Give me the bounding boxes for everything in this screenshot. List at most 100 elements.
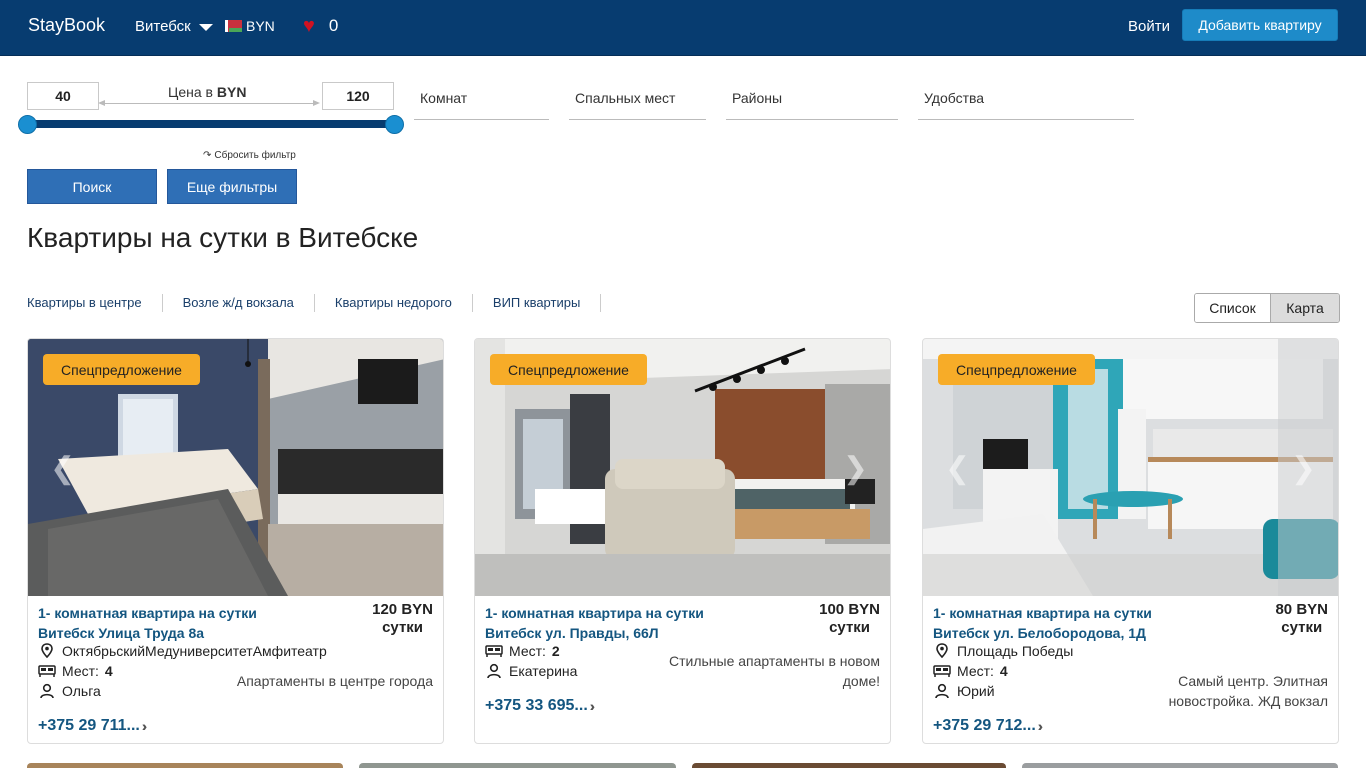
listing-price: 120 BYN сутки xyxy=(372,601,433,637)
rooms-filter[interactable]: Комнат xyxy=(414,88,549,120)
favorites-link[interactable]: ♥ 0 xyxy=(303,16,338,36)
price-min-input[interactable]: 40 xyxy=(27,82,99,110)
beds-filter[interactable]: Спальных мест xyxy=(569,88,706,120)
listing-title[interactable]: 1- комнатная квартира на сутки Витебск у… xyxy=(485,603,745,643)
listing-title-line1: 1- комнатная квартира на сутки xyxy=(485,605,704,621)
places-label: Мест: xyxy=(509,643,546,659)
price-slider-max-handle[interactable] xyxy=(385,115,404,134)
quick-link-center[interactable]: Квартиры в центре xyxy=(27,294,163,312)
reset-arrow-icon: ↷ xyxy=(203,150,212,161)
chevron-right-icon[interactable]: ❯ xyxy=(1291,454,1316,484)
add-listing-button[interactable]: Добавить квартиру xyxy=(1182,9,1338,41)
price-unit: сутки xyxy=(1281,619,1323,636)
quick-link-cheap[interactable]: Квартиры недорого xyxy=(315,294,473,312)
description-line2: доме! xyxy=(842,673,880,689)
places-label: Мест: xyxy=(62,663,99,679)
user-icon xyxy=(935,683,949,699)
chevron-right-icon[interactable]: ❯ xyxy=(843,454,868,484)
host-name: Юрий xyxy=(957,683,995,699)
chevron-left-icon[interactable]: ❮ xyxy=(50,454,75,484)
bed-icon xyxy=(38,665,56,677)
login-link[interactable]: Войти xyxy=(1128,18,1170,35)
quick-link-station[interactable]: Возле ж/д вокзала xyxy=(163,294,315,312)
belarus-flag-icon xyxy=(225,20,242,32)
search-button[interactable]: Поиск xyxy=(27,169,157,204)
description-line1: Самый центр. Элитная xyxy=(1178,673,1328,689)
listing-title[interactable]: 1- комнатная квартира на сутки Витебск у… xyxy=(933,603,1193,643)
price-label: Цена в BYN xyxy=(168,84,246,100)
listing-card[interactable]: Спецпредложение ❯ 1- комнатная квартира … xyxy=(474,338,891,744)
places-label: Мест: xyxy=(957,663,994,679)
price-value: 80 BYN xyxy=(1275,601,1328,618)
phone-number: +375 29 711... xyxy=(38,717,140,734)
amenities-filter[interactable]: Удобства xyxy=(918,88,1134,120)
reset-filter-link[interactable]: ↷ Сбросить фильтр xyxy=(203,150,296,161)
brand-logo[interactable]: StayBook xyxy=(28,15,105,36)
places-value: 4 xyxy=(104,663,113,679)
price-slider-min-handle[interactable] xyxy=(18,115,37,134)
location-label: Площадь Победы xyxy=(957,643,1074,659)
listing-location: ОктябрьскийМедуниверситетАмфитеатр xyxy=(38,641,327,661)
districts-filter[interactable]: Районы xyxy=(726,88,898,120)
phone-number: +375 33 695... xyxy=(485,697,588,714)
reset-filter-label: Сбросить фильтр xyxy=(214,150,296,161)
map-view-button[interactable]: Карта xyxy=(1271,294,1339,322)
chevron-left-icon[interactable]: ❮ xyxy=(945,454,970,484)
price-value: 120 BYN xyxy=(372,601,433,618)
listing-photo[interactable]: Спецпредложение ❮ ❯ xyxy=(923,339,1338,596)
price-label-currency: BYN xyxy=(216,84,247,100)
city-label: Витебск xyxy=(135,18,191,35)
listing-price: 100 BYN сутки xyxy=(819,601,880,637)
top-navbar: StayBook Витебск BYN ♥ 0 Войти Добавить … xyxy=(0,0,1366,56)
currency-label: BYN xyxy=(246,18,275,34)
map-pin-icon xyxy=(41,643,53,659)
description-line1: Стильные апартаменты в новом xyxy=(669,653,880,669)
phone-link[interactable]: +375 29 712... ›› xyxy=(933,717,1044,735)
bed-icon xyxy=(933,665,951,677)
special-offer-badge: Спецпредложение xyxy=(43,354,200,385)
price-max-input[interactable]: 120 xyxy=(322,82,394,110)
listing-card[interactable]: Спецпредложение ❮ 1- комнатная квартира … xyxy=(27,338,444,744)
price-unit: сутки xyxy=(382,619,424,636)
city-selector[interactable]: Витебск xyxy=(135,18,213,35)
places-value: 4 xyxy=(999,663,1008,679)
listing-title-line1: 1- комнатная квартира на сутки xyxy=(38,605,257,621)
list-view-button[interactable]: Список xyxy=(1195,294,1271,322)
listing-title-line2: Витебск ул. Правды, 66Л xyxy=(485,625,659,641)
double-chevron-right-icon: ›› xyxy=(589,698,597,714)
listing-card-partial[interactable] xyxy=(1022,763,1338,768)
phone-link[interactable]: +375 29 711... ›› xyxy=(38,717,149,735)
listing-photo[interactable]: Спецпредложение ❮ xyxy=(28,339,443,596)
currency-selector[interactable]: BYN xyxy=(225,18,275,34)
quick-link-vip[interactable]: ВИП квартиры xyxy=(473,294,602,312)
listing-card-partial[interactable] xyxy=(27,763,343,768)
price-slider-track[interactable] xyxy=(27,120,395,128)
listing-title-line2: Витебск ул. Белобородова, 1Д xyxy=(933,625,1147,641)
location-label: ОктябрьскийМедуниверситетАмфитеатр xyxy=(62,643,327,659)
listing-card-partial[interactable] xyxy=(692,763,1006,768)
host-name: Ольга xyxy=(62,683,101,699)
listing-places: Мест: 4 xyxy=(933,661,1008,681)
more-filters-button[interactable]: Еще фильтры xyxy=(167,169,297,204)
listing-card[interactable]: Спецпредложение ❮ ❯ 1- комнатная квартир… xyxy=(922,338,1339,744)
listing-location: Площадь Победы xyxy=(933,641,1073,661)
double-chevron-right-icon: ›› xyxy=(141,718,149,734)
listing-description: Самый центр. Элитная новостройка. ЖД вок… xyxy=(1169,671,1328,711)
map-pin-icon xyxy=(936,643,948,659)
favorites-count: 0 xyxy=(328,16,339,35)
user-icon xyxy=(40,683,54,699)
user-icon xyxy=(487,663,501,679)
listing-description: Стильные апартаменты в новом доме! xyxy=(669,651,880,691)
phone-link[interactable]: +375 33 695... ›› xyxy=(485,697,597,715)
price-unit: сутки xyxy=(829,619,871,636)
page-title: Квартиры на сутки в Витебске xyxy=(27,222,419,253)
listing-card-partial[interactable] xyxy=(359,763,676,768)
quick-links: Квартиры в центре Возле ж/д вокзала Квар… xyxy=(27,294,602,312)
special-offer-badge: Спецпредложение xyxy=(938,354,1095,385)
view-toggle: Список Карта xyxy=(1194,293,1340,323)
special-offer-badge: Спецпредложение xyxy=(490,354,647,385)
listing-photo[interactable]: Спецпредложение ❯ xyxy=(475,339,890,596)
price-value: 100 BYN xyxy=(819,601,880,618)
listing-title[interactable]: 1- комнатная квартира на сутки Витебск У… xyxy=(38,603,298,643)
listing-title-line1: 1- комнатная квартира на сутки xyxy=(933,605,1152,621)
